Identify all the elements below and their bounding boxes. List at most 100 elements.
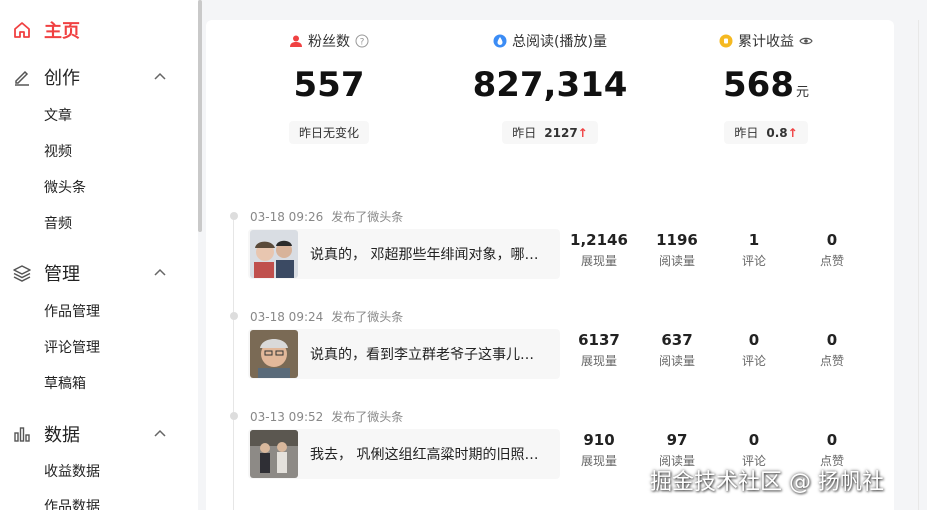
home-icon	[12, 20, 32, 40]
post-card[interactable]: 我去， 巩俐这组红高粱时期的旧照太美了	[248, 429, 560, 479]
sidebar-item-income-data[interactable]: 收益数据	[44, 462, 100, 482]
metric-label: 阅读量	[658, 254, 695, 268]
sidebar-item-works-data[interactable]: 作品数据	[44, 497, 100, 510]
feed-item: 03-18 09:24 发布了微头条 说真的，看到李立群老爷子这事儿，心里挺不是滋…	[228, 308, 888, 411]
metric-comments: 0 评论	[724, 329, 784, 369]
nav-home-label: 主页	[44, 21, 80, 42]
metric-reads: 97 阅读量	[647, 429, 707, 469]
metric-reads: 637 阅读量	[647, 329, 707, 369]
feed-time: 03-18 09:26	[250, 210, 324, 224]
nav-manage-label: 管理	[44, 264, 80, 285]
nav-create-label: 创作	[44, 68, 80, 89]
sidebar-item-comments-manage[interactable]: 评论管理	[44, 338, 100, 358]
stat-reads-delta-text: 昨日	[512, 126, 537, 140]
feed-meta: 03-18 09:24 发布了微头条	[250, 308, 403, 325]
main-scrollbar-track[interactable]	[918, 20, 919, 510]
metric-value: 97	[666, 431, 688, 449]
sidebar-item-article[interactable]: 文章	[44, 106, 72, 126]
metric-label: 点赞	[819, 254, 844, 268]
stat-reads-delta-value: 2127	[544, 126, 578, 140]
coin-icon	[719, 34, 733, 48]
metric-impressions: 1,2146 展现量	[569, 229, 629, 269]
stat-fans-delta-text: 昨日无变化	[298, 126, 359, 140]
stat-income-delta: 昨日 0.8↑	[724, 121, 808, 144]
sidebar-item-micro-post[interactable]: 微头条	[44, 178, 86, 198]
drop-icon	[493, 34, 507, 48]
metric-label: 展现量	[580, 354, 617, 368]
metric-value: 0	[748, 331, 760, 349]
metric-label: 评论	[741, 254, 766, 268]
post-text: 说真的， 邓超那些年绯闻对象，哪个不是大美女	[310, 247, 546, 263]
metric-label: 展现量	[580, 454, 617, 468]
feed-action: 发布了微头条	[331, 310, 404, 324]
stat-fans-delta: 昨日无变化	[288, 121, 369, 144]
chevron-up-icon[interactable]	[152, 69, 168, 85]
metric-likes: 0 点赞	[802, 429, 862, 469]
sidebar-item-audio[interactable]: 音频	[44, 214, 72, 234]
metric-value: 0	[826, 431, 838, 449]
feed-meta: 03-18 09:26 发布了微头条	[250, 208, 403, 225]
eye-icon[interactable]	[799, 34, 813, 48]
post-card[interactable]: 说真的，看到李立群老爷子这事儿，心里挺不是滋味	[248, 329, 560, 379]
metric-comments: 1 评论	[724, 229, 784, 269]
metric-label: 阅读量	[658, 354, 695, 368]
sidebar-item-works-manage[interactable]: 作品管理	[44, 302, 100, 322]
sidebar-scrollbar[interactable]	[198, 0, 202, 232]
arrow-up-icon: ↑	[577, 126, 588, 140]
post-thumbnail	[250, 230, 298, 278]
watermark: 掘金技术社区 @ 扬帆社	[650, 470, 884, 495]
help-icon[interactable]: ?	[355, 34, 369, 48]
feed-action: 发布了微头条	[331, 410, 404, 424]
sidebar-item-video[interactable]: 视频	[44, 142, 72, 162]
metric-value: 0	[748, 431, 760, 449]
sidebar: 主页 创作 文章 视频 微头条 音频 管理 作品管理 评论管理 草稿箱 数据 收…	[0, 0, 198, 510]
nav-manage[interactable]: 管理	[12, 259, 182, 287]
nav-data-label: 数据	[44, 425, 80, 446]
metric-label: 展现量	[580, 254, 617, 268]
chevron-up-icon[interactable]	[152, 265, 168, 281]
metric-label: 点赞	[819, 354, 844, 368]
timeline-dot	[230, 312, 238, 320]
metric-reads: 1196 阅读量	[647, 229, 707, 269]
post-card[interactable]: 说真的， 邓超那些年绯闻对象，哪个不是大美女	[248, 229, 560, 279]
metric-likes: 0 点赞	[802, 229, 862, 269]
stat-fans-value: 557	[293, 65, 365, 105]
metric-value: 1	[748, 231, 760, 249]
post-text: 说真的，看到李立群老爷子这事儿，心里挺不是滋味	[310, 347, 546, 363]
chevron-up-icon[interactable]	[152, 426, 168, 442]
stat-income-value: 568	[723, 65, 794, 105]
user-icon	[290, 35, 302, 47]
stat-reads-delta: 昨日 2127↑	[502, 121, 598, 144]
post-thumbnail	[250, 330, 298, 378]
stat-income-delta-value: 0.8	[766, 126, 788, 140]
stat-income: 累计收益 568 元 昨日 0.8↑	[656, 31, 876, 144]
metric-value: 1196	[656, 231, 698, 249]
feed-item: 03-18 09:26 发布了微头条 说真的， 邓超那些年绯闻对象，哪个不是大美女…	[228, 208, 888, 311]
stat-fans-label: 粉丝数	[308, 34, 350, 50]
feed-time: 03-13 09:52	[250, 410, 324, 424]
arrow-up-icon: ↑	[787, 126, 798, 140]
metric-value: 6137	[578, 331, 620, 349]
nav-create[interactable]: 创作	[12, 63, 182, 91]
nav-data[interactable]: 数据	[12, 420, 182, 448]
metric-label: 评论	[741, 354, 766, 368]
stat-income-label: 累计收益	[738, 34, 794, 50]
stat-reads-value: 827,314	[472, 65, 628, 105]
stat-income-delta-text: 昨日	[734, 126, 759, 140]
feed-meta: 03-13 09:52 发布了微头条	[250, 408, 403, 425]
metric-value: 0	[826, 331, 838, 349]
timeline-dot	[230, 212, 238, 220]
metric-value: 910	[583, 431, 615, 449]
nav-home[interactable]: 主页	[12, 16, 80, 44]
pen-icon	[12, 67, 32, 87]
sidebar-item-drafts[interactable]: 草稿箱	[44, 374, 86, 394]
metric-impressions: 910 展现量	[569, 429, 629, 469]
stat-reads: 总阅读(播放)量 827,314 昨日 2127↑	[440, 31, 660, 144]
feed-time: 03-18 09:24	[250, 310, 324, 324]
metric-value: 0	[826, 231, 838, 249]
stat-income-unit: 元	[795, 85, 809, 100]
metric-likes: 0 点赞	[802, 329, 862, 369]
metric-value: 637	[661, 331, 693, 349]
metric-value: 1,2146	[570, 231, 628, 249]
bar-chart-icon	[12, 424, 32, 444]
